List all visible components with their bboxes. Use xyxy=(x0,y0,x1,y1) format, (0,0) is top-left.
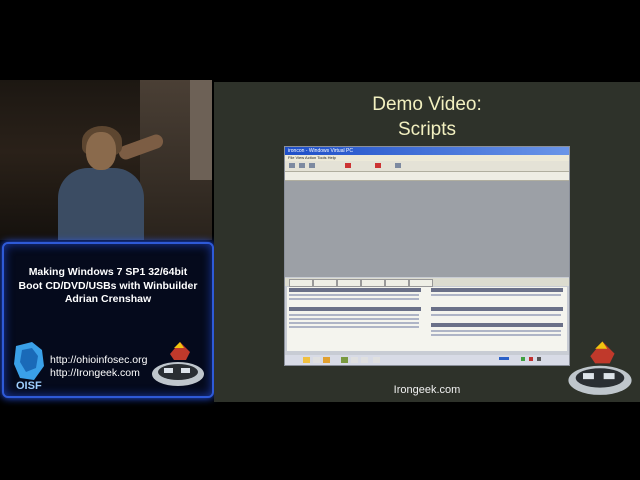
speaker-video xyxy=(0,80,212,240)
vm-address-bar xyxy=(285,172,569,181)
vm-toolbar xyxy=(285,161,569,172)
tool-icon xyxy=(309,163,315,168)
oisf-logo-text: OISF xyxy=(16,380,42,392)
slide-title-line-1: Demo Video: xyxy=(372,94,482,115)
tray-icon xyxy=(537,357,541,361)
panel-row xyxy=(431,314,561,316)
background-door xyxy=(190,80,212,180)
panel-row xyxy=(431,330,561,332)
taskbar-icon xyxy=(361,357,368,363)
panel-header xyxy=(431,307,563,311)
slide-title: Demo Video: Scripts xyxy=(214,92,640,142)
link-ohioinfosec[interactable]: http://ohioinfosec.org xyxy=(50,354,147,367)
taskbar-icon xyxy=(351,357,358,363)
talk-title-card: Making Windows 7 SP1 32/64bit Boot CD/DV… xyxy=(2,242,214,398)
vm-info-panel xyxy=(287,287,567,351)
vm-window-title: ironcon - Windows Virtual PC xyxy=(285,147,569,155)
taskbar-icon xyxy=(303,357,310,363)
card-links: http://ohioinfosec.org http://Irongeek.c… xyxy=(50,354,147,380)
slide-title-line-2: Scripts xyxy=(397,119,457,140)
panel-row xyxy=(431,294,561,296)
demo-video-screenshot: ironcon - Windows Virtual PC File View A… xyxy=(284,146,570,366)
slide-footer: Irongeek.com xyxy=(393,384,461,396)
tray-icon xyxy=(521,357,525,361)
panel-row xyxy=(431,334,561,336)
panel-header xyxy=(289,307,421,311)
panel-row xyxy=(289,294,419,296)
link-irongeek[interactable]: http://Irongeek.com xyxy=(50,367,147,380)
tool-icon xyxy=(345,163,351,168)
taskbar-icon xyxy=(499,357,509,360)
talk-title-line-1: Making Windows 7 SP1 32/64bit xyxy=(28,266,188,278)
speaker-head xyxy=(86,132,116,170)
taskbar-icon xyxy=(341,357,348,363)
panel-row xyxy=(289,318,419,320)
panel-header xyxy=(289,288,421,292)
panel-row xyxy=(289,298,419,300)
vm-tab xyxy=(337,279,361,287)
talk-title-line-2: Boot CD/DVD/USBs with Winbuilder xyxy=(18,279,198,292)
speaker-body xyxy=(58,168,144,240)
panel-header xyxy=(431,323,563,327)
tool-icon xyxy=(299,163,305,168)
talk-title: Making Windows 7 SP1 32/64bit Boot CD/DV… xyxy=(4,266,212,307)
vm-tab xyxy=(313,279,337,287)
vm-tab xyxy=(289,279,313,287)
vm-tab xyxy=(361,279,385,287)
taskbar-icon xyxy=(373,357,380,363)
vm-tab-strip xyxy=(285,278,569,287)
oisf-logo-icon xyxy=(14,342,44,380)
vm-tab xyxy=(385,279,409,287)
panel-header xyxy=(431,288,563,292)
tool-icon xyxy=(289,163,295,168)
tool-icon xyxy=(375,163,381,168)
taskbar-icon xyxy=(313,357,320,363)
vm-taskbar xyxy=(285,355,569,365)
taskbar-icon xyxy=(323,357,330,363)
vm-guest-screen xyxy=(285,181,569,277)
panel-row xyxy=(289,326,419,328)
panel-row xyxy=(289,322,419,324)
irongeek-mascot-icon xyxy=(152,342,204,386)
talk-speaker-name: Adrian Crenshaw xyxy=(64,293,152,305)
vm-tab xyxy=(409,279,433,287)
tray-icon xyxy=(529,357,533,361)
panel-row xyxy=(289,314,419,316)
tool-icon xyxy=(395,163,401,168)
presentation-slide: Demo Video: Scripts ironcon - Windows Vi… xyxy=(214,82,640,402)
